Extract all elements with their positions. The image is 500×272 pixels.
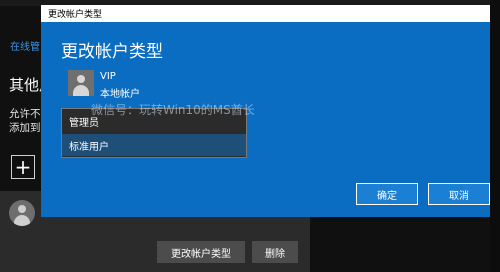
- user-avatar-icon: [9, 200, 35, 226]
- option-standard-user[interactable]: 标准用户: [62, 134, 246, 156]
- change-account-type-button[interactable]: 更改帐户类型: [157, 241, 245, 263]
- account-type-label: 本地帐户: [100, 89, 140, 100]
- cancel-button[interactable]: 取消: [428, 183, 490, 205]
- plus-icon: +: [14, 155, 32, 179]
- add-user-button[interactable]: +: [11, 155, 35, 179]
- dialog-heading: 更改帐户类型: [61, 42, 163, 62]
- remove-user-button[interactable]: 删除: [252, 241, 298, 263]
- ok-button[interactable]: 确定: [356, 183, 418, 205]
- manage-online-link[interactable]: 在线管: [10, 38, 40, 53]
- account-name: VIP: [100, 71, 116, 82]
- account-avatar-icon: [68, 70, 94, 96]
- other-users-description-line2: 添加到: [9, 122, 41, 134]
- change-account-type-dialog: 更改帐户类型 更改帐户类型 VIP 本地帐户 管理员 标准用户 微信号：玩转Wi…: [41, 5, 490, 217]
- dialog-window-title: 更改帐户类型: [48, 10, 103, 20]
- dialog-titlebar[interactable]: 更改帐户类型: [41, 5, 490, 22]
- other-users-description-line1: 允许不: [9, 108, 41, 120]
- right-edge: [490, 0, 500, 272]
- watermark: 微信号：玩转Win10的MS酋长: [91, 103, 255, 117]
